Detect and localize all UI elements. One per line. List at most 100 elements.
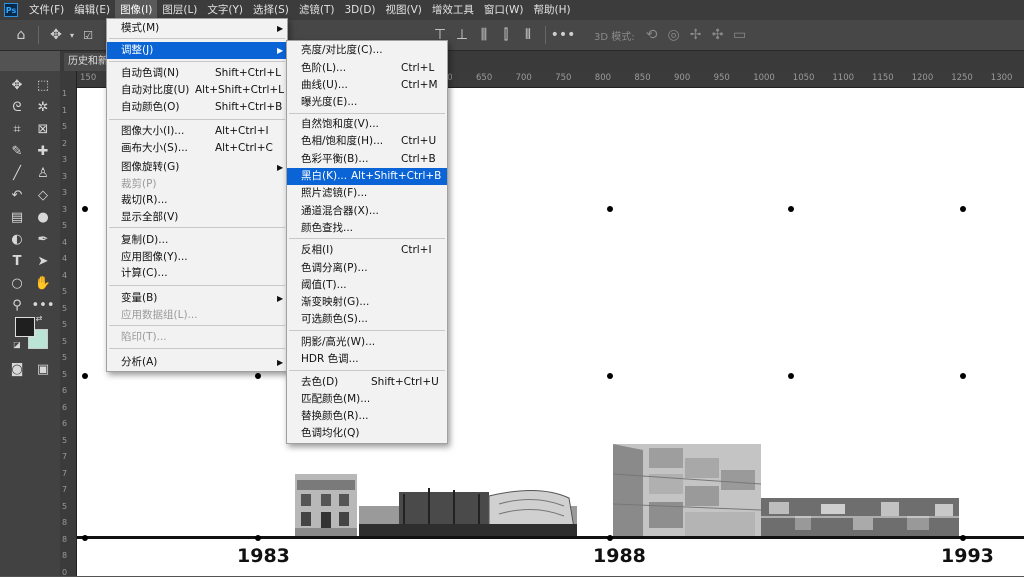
image_menu-item[interactable]: 应用图像(Y)... bbox=[107, 249, 287, 266]
slide-3d-icon[interactable]: ✣ bbox=[707, 24, 729, 46]
adjust_menu-item[interactable]: 通道混合器(X)... bbox=[287, 203, 447, 220]
default-colors-icon[interactable]: ◪ bbox=[12, 339, 22, 349]
frame-tool-icon[interactable]: ⊠ bbox=[32, 119, 54, 139]
distribute-vertical-icon[interactable]: ⫿ bbox=[495, 24, 517, 46]
eyedropper-icon[interactable]: ✎ bbox=[6, 141, 28, 161]
swap-colors-icon[interactable]: ⇄ bbox=[34, 313, 44, 323]
adjust_menu-item[interactable]: 可选颜色(S)... bbox=[287, 311, 447, 328]
adjust_menu-item[interactable]: 曲线(U)... Ctrl+M bbox=[287, 77, 447, 94]
image_menu-item[interactable]: 裁切(R)... bbox=[107, 192, 287, 209]
image_menu-item[interactable]: 图像大小(I)... Alt+Ctrl+I bbox=[107, 123, 287, 140]
menu-8[interactable]: 视图(V) bbox=[381, 0, 427, 20]
adjust_menu-item[interactable]: 去色(D) Shift+Ctrl+U bbox=[287, 374, 447, 391]
more-tools-icon[interactable]: ••• bbox=[32, 295, 55, 315]
year-label-1983: 1983 bbox=[237, 545, 290, 567]
eraser-tool-icon[interactable]: ◇ bbox=[32, 185, 54, 205]
move-tool-icon[interactable]: ✥ bbox=[6, 75, 28, 95]
menu-7[interactable]: 3D(D) bbox=[339, 0, 380, 20]
image_menu-item[interactable]: 显示全部(V) bbox=[107, 209, 287, 226]
menu-4[interactable]: 文字(Y) bbox=[202, 0, 248, 20]
adjust_menu-item[interactable]: 阈值(T)... bbox=[287, 277, 447, 294]
ruler-tick: 1100 bbox=[832, 73, 855, 83]
stamp-tool-icon[interactable]: ♙ bbox=[32, 163, 54, 183]
adjust_menu-item[interactable]: 色调均化(Q) bbox=[287, 425, 447, 442]
adjust_menu-item[interactable]: 曝光度(E)... bbox=[287, 94, 447, 111]
screen-mode-icon[interactable]: ▣ bbox=[32, 359, 54, 379]
image_menu-item[interactable]: 画布大小(S)... Alt+Ctrl+C bbox=[107, 140, 287, 157]
scale-3d-icon[interactable]: ▭ bbox=[729, 24, 751, 46]
submenu-arrow-icon: ▶ bbox=[277, 46, 284, 55]
pan-3d-icon[interactable]: ✢ bbox=[685, 24, 707, 46]
distribute-icon[interactable]: ⫼ bbox=[473, 24, 495, 46]
menu-9[interactable]: 增效工具 bbox=[427, 0, 479, 20]
menu-10[interactable]: 窗口(W) bbox=[479, 0, 529, 20]
image_menu-item[interactable]: 变量(B) ▶ bbox=[107, 290, 287, 307]
type-tool-icon[interactable]: T bbox=[6, 251, 28, 271]
dodge-tool-icon[interactable]: ◐ bbox=[6, 229, 28, 249]
image_menu-item[interactable]: 自动色调(N) Shift+Ctrl+L bbox=[107, 65, 287, 82]
orbit-3d-icon[interactable]: ⟲ bbox=[641, 24, 663, 46]
adjust_menu-item[interactable]: 黑白(K)... Alt+Shift+Ctrl+B bbox=[287, 168, 447, 185]
image_menu-item[interactable]: 图像旋转(G) ▶ bbox=[107, 159, 287, 176]
adjust_menu-item[interactable]: 渐变映射(G)... bbox=[287, 294, 447, 311]
crop-tool-icon[interactable]: ⌗ bbox=[6, 119, 28, 139]
adjust_menu-item-label: 曲线(U)... bbox=[301, 79, 348, 91]
adjust_menu-item[interactable]: 色调分离(P)... bbox=[287, 260, 447, 277]
adjust_menu-item[interactable]: 颜色查找... bbox=[287, 220, 447, 237]
adjust_menu-item[interactable]: 亮度/对比度(C)... bbox=[287, 42, 447, 59]
ruler-tick: 1050 bbox=[792, 73, 815, 83]
adjust_menu-item[interactable]: 匹配颜色(M)... bbox=[287, 391, 447, 408]
blur-tool-icon[interactable]: ● bbox=[32, 207, 54, 227]
adjust_menu-item[interactable]: 替换颜色(R)... bbox=[287, 408, 447, 425]
adjust_menu-item[interactable]: 阴影/高光(W)... bbox=[287, 334, 447, 351]
foreground-color-swatch[interactable] bbox=[15, 317, 35, 337]
roll-3d-icon[interactable]: ◎ bbox=[663, 24, 685, 46]
menu-3[interactable]: 图层(L) bbox=[157, 0, 202, 20]
history-brush-icon[interactable]: ↶ bbox=[6, 185, 28, 205]
photoshop-logo-icon[interactable]: Ps bbox=[4, 3, 18, 17]
document-tab[interactable]: 历史和新... bbox=[64, 53, 112, 71]
image_menu-item[interactable]: 调整(J) ▶ bbox=[107, 42, 287, 59]
adjust_menu-item[interactable]: 色相/饱和度(H)... Ctrl+U bbox=[287, 133, 447, 150]
align-center-icon[interactable]: ⊥ bbox=[451, 24, 473, 46]
grid-dot bbox=[82, 206, 88, 212]
shape-tool-icon[interactable]: ○ bbox=[6, 273, 28, 293]
ruler-tick: 5 bbox=[62, 435, 68, 445]
zoom-tool-icon[interactable]: ⚲ bbox=[6, 295, 28, 315]
auto-select-checkbox[interactable]: ☑ bbox=[77, 24, 99, 46]
magic-wand-icon[interactable]: ✲ bbox=[32, 97, 54, 117]
menu-6[interactable]: 滤镜(T) bbox=[294, 0, 340, 20]
menu-0[interactable]: 文件(F) bbox=[24, 0, 69, 20]
adjust_menu-item[interactable]: HDR 色调... bbox=[287, 351, 447, 368]
adjust_menu-item[interactable]: 色彩平衡(B)... Ctrl+B bbox=[287, 151, 447, 168]
lasso-tool-icon[interactable]: ᘓ bbox=[6, 97, 28, 117]
ruler-tick: 800 bbox=[594, 73, 612, 83]
hand-tool-icon[interactable]: ✋ bbox=[32, 273, 54, 293]
adjust_menu-item[interactable]: 反相(I) Ctrl+I bbox=[287, 242, 447, 259]
quick-mask-icon[interactable]: ◙ bbox=[6, 359, 28, 379]
image_menu-item[interactable]: 模式(M) ▶ bbox=[107, 20, 287, 37]
menu-5[interactable]: 选择(S) bbox=[248, 0, 294, 20]
pen-tool-icon[interactable]: ✒ bbox=[32, 229, 54, 249]
brush-tool-icon[interactable]: ╱ bbox=[6, 163, 28, 183]
menu-11[interactable]: 帮助(H) bbox=[529, 0, 576, 20]
path-selection-icon[interactable]: ➤ bbox=[32, 251, 54, 271]
more-options-icon[interactable]: ••• bbox=[551, 24, 576, 46]
image_menu-item[interactable]: 分析(A) ▶ bbox=[107, 354, 287, 371]
image_menu-item[interactable]: 自动颜色(O) Shift+Ctrl+B bbox=[107, 99, 287, 116]
adjust_menu-item[interactable]: 照片滤镜(F)... bbox=[287, 185, 447, 202]
home-icon[interactable]: ⌂ bbox=[10, 24, 32, 46]
image_menu-item[interactable]: 复制(D)... bbox=[107, 232, 287, 249]
chevron-down-icon[interactable]: ▾ bbox=[67, 24, 77, 46]
image_menu-item[interactable]: 自动对比度(U) Alt+Shift+Ctrl+L bbox=[107, 82, 287, 99]
image_menu-item[interactable]: 计算(C)... bbox=[107, 265, 287, 282]
gradient-tool-icon[interactable]: ▤ bbox=[6, 207, 28, 227]
menu-1[interactable]: 编辑(E) bbox=[69, 0, 115, 20]
marquee-tool-icon[interactable]: ⬚ bbox=[32, 75, 54, 95]
move-tool-icon[interactable]: ✥ bbox=[45, 24, 67, 46]
adjust_menu-item[interactable]: 色阶(L)... Ctrl+L bbox=[287, 60, 447, 77]
adjust_menu-item[interactable]: 自然饱和度(V)... bbox=[287, 116, 447, 133]
menu-2[interactable]: 图像(I) bbox=[115, 0, 158, 20]
healing-brush-icon[interactable]: ✚ bbox=[32, 141, 54, 161]
distribute-horizontal-icon[interactable]: ⦀ bbox=[517, 24, 539, 46]
